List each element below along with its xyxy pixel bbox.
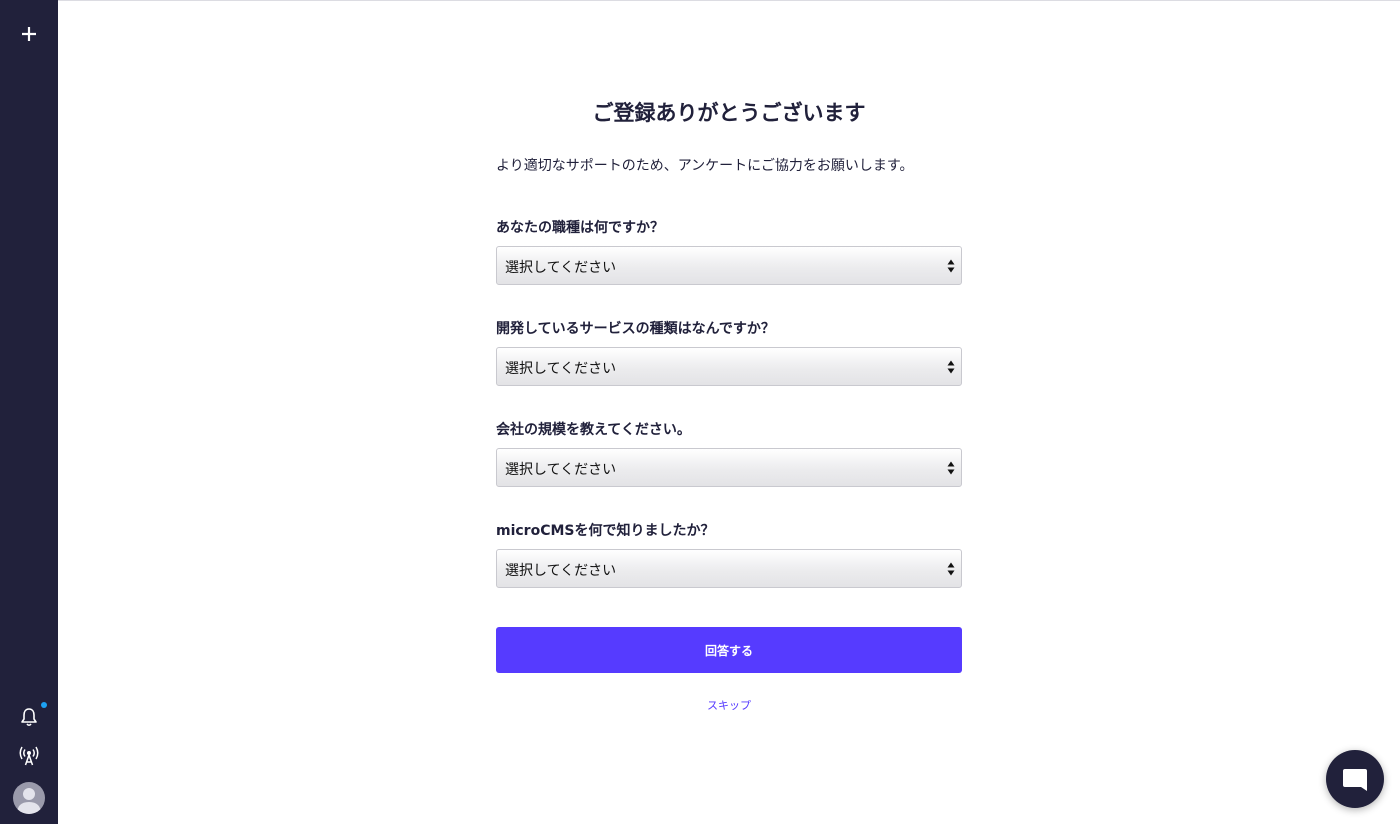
question-label-job: あなたの職種は何ですか？ (496, 220, 664, 236)
plus-icon (22, 27, 36, 41)
service-type-select[interactable]: 選択してください (496, 347, 962, 386)
add-button[interactable] (17, 22, 41, 46)
job-select-value: 選択してください (505, 260, 617, 276)
broadcast-icon (19, 746, 39, 766)
select-arrows-icon (947, 259, 955, 273)
select-arrows-icon (947, 461, 955, 475)
service-type-select-value: 選択してください (505, 361, 617, 377)
notification-dot (41, 702, 47, 708)
chat-bubble-icon (1343, 769, 1367, 791)
notification-button[interactable] (14, 702, 47, 732)
sidebar (0, 0, 58, 824)
company-size-select[interactable]: 選択してください (496, 448, 962, 487)
user-avatar[interactable] (13, 782, 45, 814)
question-label-company-size: 会社の規模を教えてください。 (496, 422, 691, 438)
page-title: ご登録ありがとうございます (592, 101, 866, 125)
chat-launcher-button[interactable] (1326, 750, 1384, 808)
referral-select[interactable]: 選択してください (496, 549, 962, 588)
job-select[interactable]: 選択してください (496, 246, 962, 285)
broadcast-button[interactable] (14, 741, 44, 771)
skip-link[interactable]: スキップ (496, 697, 962, 713)
question-label-referral: microCMSを何で知りましたか？ (496, 523, 715, 539)
select-arrows-icon (947, 360, 955, 374)
question-label-service-type: 開発しているサービスの種類はなんですか？ (496, 321, 775, 337)
select-arrows-icon (947, 562, 955, 576)
survey-lead-text: より適切なサポートのため、アンケートにご協力をお願いします。 (496, 158, 914, 174)
user-avatar-icon (17, 788, 41, 814)
bell-icon (21, 708, 37, 727)
submit-button[interactable]: 回答する (496, 627, 962, 673)
top-divider (58, 0, 1400, 1)
referral-select-value: 選択してください (505, 563, 617, 579)
company-size-select-value: 選択してください (505, 462, 617, 478)
